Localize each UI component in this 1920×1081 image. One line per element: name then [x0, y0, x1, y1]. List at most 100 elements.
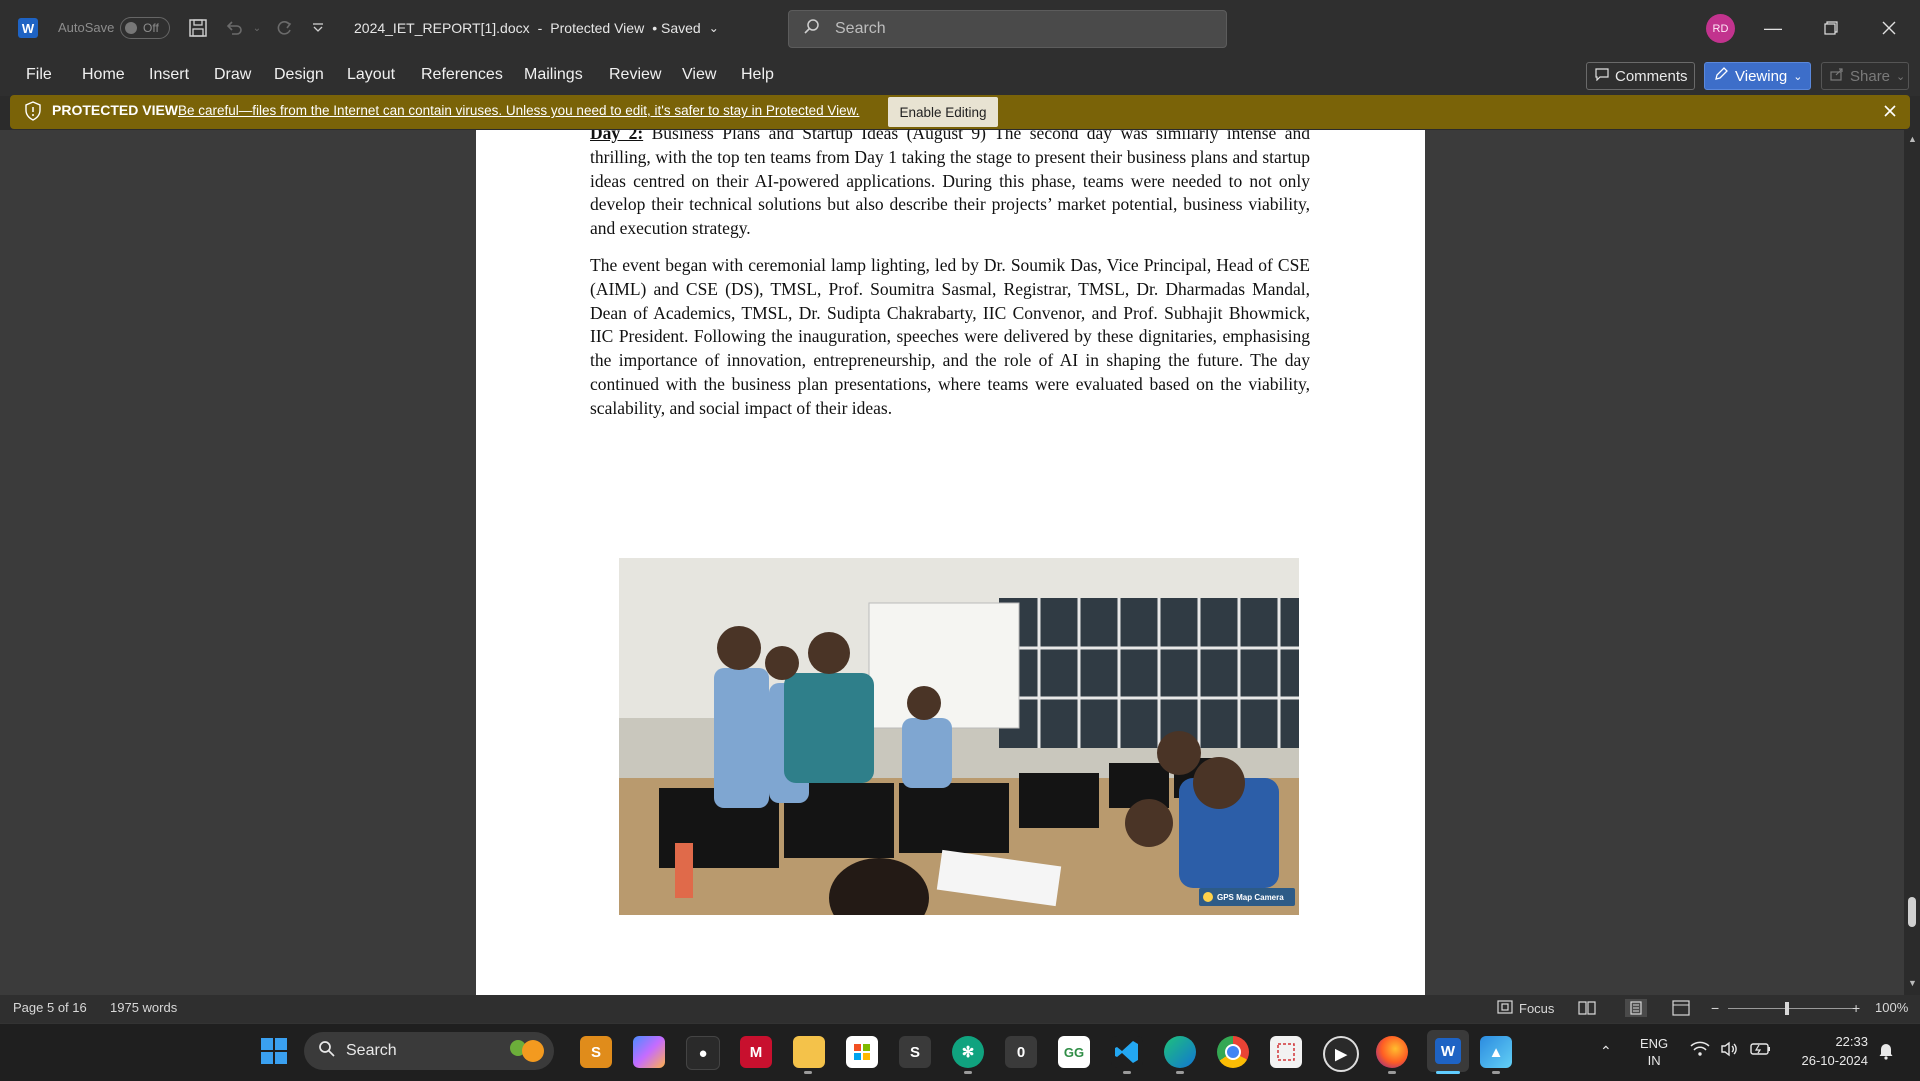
search-bar[interactable] — [788, 10, 1227, 48]
zoom-in-icon[interactable]: + — [1852, 1000, 1860, 1016]
file-explorer-icon[interactable] — [793, 1036, 825, 1068]
mcafee-icon[interactable]: M — [740, 1036, 772, 1068]
tab-view[interactable]: View — [682, 66, 716, 84]
firefox-icon[interactable] — [1376, 1036, 1408, 1068]
photos-icon[interactable]: ▲ — [1480, 1036, 1512, 1068]
chatgpt-icon[interactable]: ✻ — [952, 1036, 984, 1068]
tab-review[interactable]: Review — [609, 66, 661, 84]
vertical-scrollbar[interactable]: ▲ ▼ — [1904, 130, 1920, 995]
protected-view-message-link[interactable]: Be careful—files from the Internet can c… — [178, 103, 859, 118]
scroll-down-icon[interactable]: ▼ — [1908, 978, 1917, 988]
print-layout-icon[interactable] — [1625, 999, 1647, 1017]
media-player-icon[interactable]: ▶ — [1323, 1036, 1359, 1072]
protected-view-label: PROTECTED VIEW — [52, 102, 179, 118]
save-icon[interactable] — [186, 16, 210, 40]
pen-icon — [1713, 66, 1729, 86]
windows-start-icon[interactable] — [260, 1037, 288, 1070]
event-photo[interactable]: GPS Map Camera — [619, 558, 1299, 915]
zoom-slider-thumb[interactable] — [1785, 1002, 1789, 1015]
globe-app-icon[interactable]: ● — [686, 1036, 720, 1070]
autosave-label: AutoSave — [58, 20, 115, 35]
show-hidden-icons-icon[interactable]: ⌃ — [1600, 1043, 1612, 1060]
tab-mailings[interactable]: Mailings — [524, 66, 583, 84]
close-button[interactable] — [1866, 8, 1912, 48]
map-pin-icon — [1203, 892, 1213, 902]
volume-icon[interactable] — [1720, 1041, 1740, 1062]
focus-button[interactable]: Focus — [1497, 1000, 1554, 1017]
snipping-tool-icon[interactable] — [1270, 1036, 1302, 1068]
customize-toolbar-icon[interactable] — [308, 18, 328, 38]
restore-button[interactable] — [1808, 8, 1854, 48]
comments-label: Comments — [1615, 67, 1688, 85]
redo-icon[interactable] — [272, 16, 296, 40]
running-indicator — [1176, 1071, 1184, 1074]
tab-home[interactable]: Home — [82, 66, 125, 84]
viewing-mode-button[interactable]: Viewing ⌄ — [1704, 62, 1811, 90]
read-mode-icon[interactable] — [1578, 1000, 1596, 1021]
taskbar-search[interactable]: Search — [304, 1032, 554, 1070]
tab-layout[interactable]: Layout — [347, 66, 395, 84]
language-indicator[interactable]: ENG IN — [1640, 1035, 1668, 1069]
scroll-up-icon[interactable]: ▲ — [1908, 134, 1917, 144]
running-indicator — [1492, 1071, 1500, 1074]
focus-label: Focus — [1519, 1001, 1555, 1016]
autosave-state: Off — [143, 21, 159, 35]
save-status: • Saved — [652, 20, 701, 36]
comments-button[interactable]: Comments — [1586, 62, 1695, 90]
zero-app-icon[interactable]: 0 — [1005, 1036, 1037, 1068]
wifi-icon[interactable] — [1690, 1041, 1710, 1062]
share-button[interactable]: Share ⌄ — [1821, 62, 1909, 90]
comment-icon — [1595, 67, 1609, 85]
tab-file[interactable]: File — [26, 66, 52, 84]
language-code: ENG — [1640, 1036, 1669, 1051]
watermark-text: GPS Map Camera — [1217, 892, 1284, 902]
search-icon — [318, 1040, 336, 1063]
notification-bell-icon[interactable] — [1878, 1042, 1894, 1065]
page-indicator[interactable]: Page 5 of 16 — [13, 1000, 87, 1015]
running-indicator — [804, 1071, 812, 1074]
enable-editing-button[interactable]: Enable Editing — [888, 97, 998, 127]
day2-heading: Day 2: — [590, 130, 644, 143]
zoom-out-icon[interactable]: − — [1711, 1000, 1719, 1016]
web-layout-icon[interactable] — [1672, 1000, 1690, 1021]
chevron-down-icon: ⌄ — [1793, 70, 1803, 83]
edge-icon[interactable] — [1164, 1036, 1196, 1068]
chevron-down-icon: ⌄ — [708, 21, 719, 35]
geeksforgeeks-icon[interactable]: GG — [1058, 1036, 1090, 1068]
focus-icon — [1497, 1000, 1513, 1017]
vscode-icon[interactable] — [1111, 1036, 1143, 1068]
word-logo-icon: W — [18, 18, 38, 38]
document-title[interactable]: 2024_IET_REPORT[1].docx - Protected View… — [354, 20, 719, 36]
chrome-icon[interactable] — [1217, 1036, 1249, 1068]
photo-watermark: GPS Map Camera — [1199, 888, 1295, 906]
tab-design[interactable]: Design — [274, 66, 324, 84]
zoom-level[interactable]: 100% — [1875, 1000, 1908, 1015]
document-canvas[interactable]: Day 2: Business Plans and Startup Ideas … — [0, 130, 1904, 995]
sublime-text-icon[interactable]: S — [580, 1036, 612, 1068]
s-app-icon[interactable]: S — [899, 1036, 931, 1068]
zoom-slider[interactable] — [1728, 1008, 1856, 1009]
avatar[interactable]: RD — [1706, 14, 1735, 43]
tab-references[interactable]: References — [421, 66, 503, 84]
copilot-icon[interactable] — [633, 1036, 665, 1068]
word-count[interactable]: 1975 words — [110, 1000, 177, 1015]
scrollbar-thumb[interactable] — [1908, 897, 1916, 927]
undo-icon[interactable] — [222, 16, 246, 40]
word-taskbar-icon[interactable]: W — [1427, 1030, 1469, 1072]
tab-help[interactable]: Help — [741, 66, 774, 84]
taskbar-search-label: Search — [346, 1042, 397, 1059]
tab-draw[interactable]: Draw — [214, 66, 251, 84]
title-separator: - — [537, 20, 543, 36]
paragraph-day2: Day 2: Business Plans and Startup Ideas … — [590, 130, 1310, 241]
battery-icon[interactable] — [1750, 1041, 1772, 1062]
microsoft-store-icon[interactable] — [846, 1036, 878, 1068]
undo-dropdown-icon[interactable]: ⌄ — [250, 18, 264, 38]
search-input[interactable] — [833, 19, 1197, 39]
close-icon[interactable] — [1882, 103, 1898, 124]
autosave-toggle[interactable]: Off — [120, 17, 170, 39]
minimize-button[interactable]: — — [1750, 8, 1796, 48]
clock[interactable]: 22:33 26-10-2024 — [1790, 1032, 1869, 1070]
tab-insert[interactable]: Insert — [149, 66, 189, 84]
running-indicator — [1388, 1071, 1396, 1074]
toggle-knob — [125, 22, 137, 34]
